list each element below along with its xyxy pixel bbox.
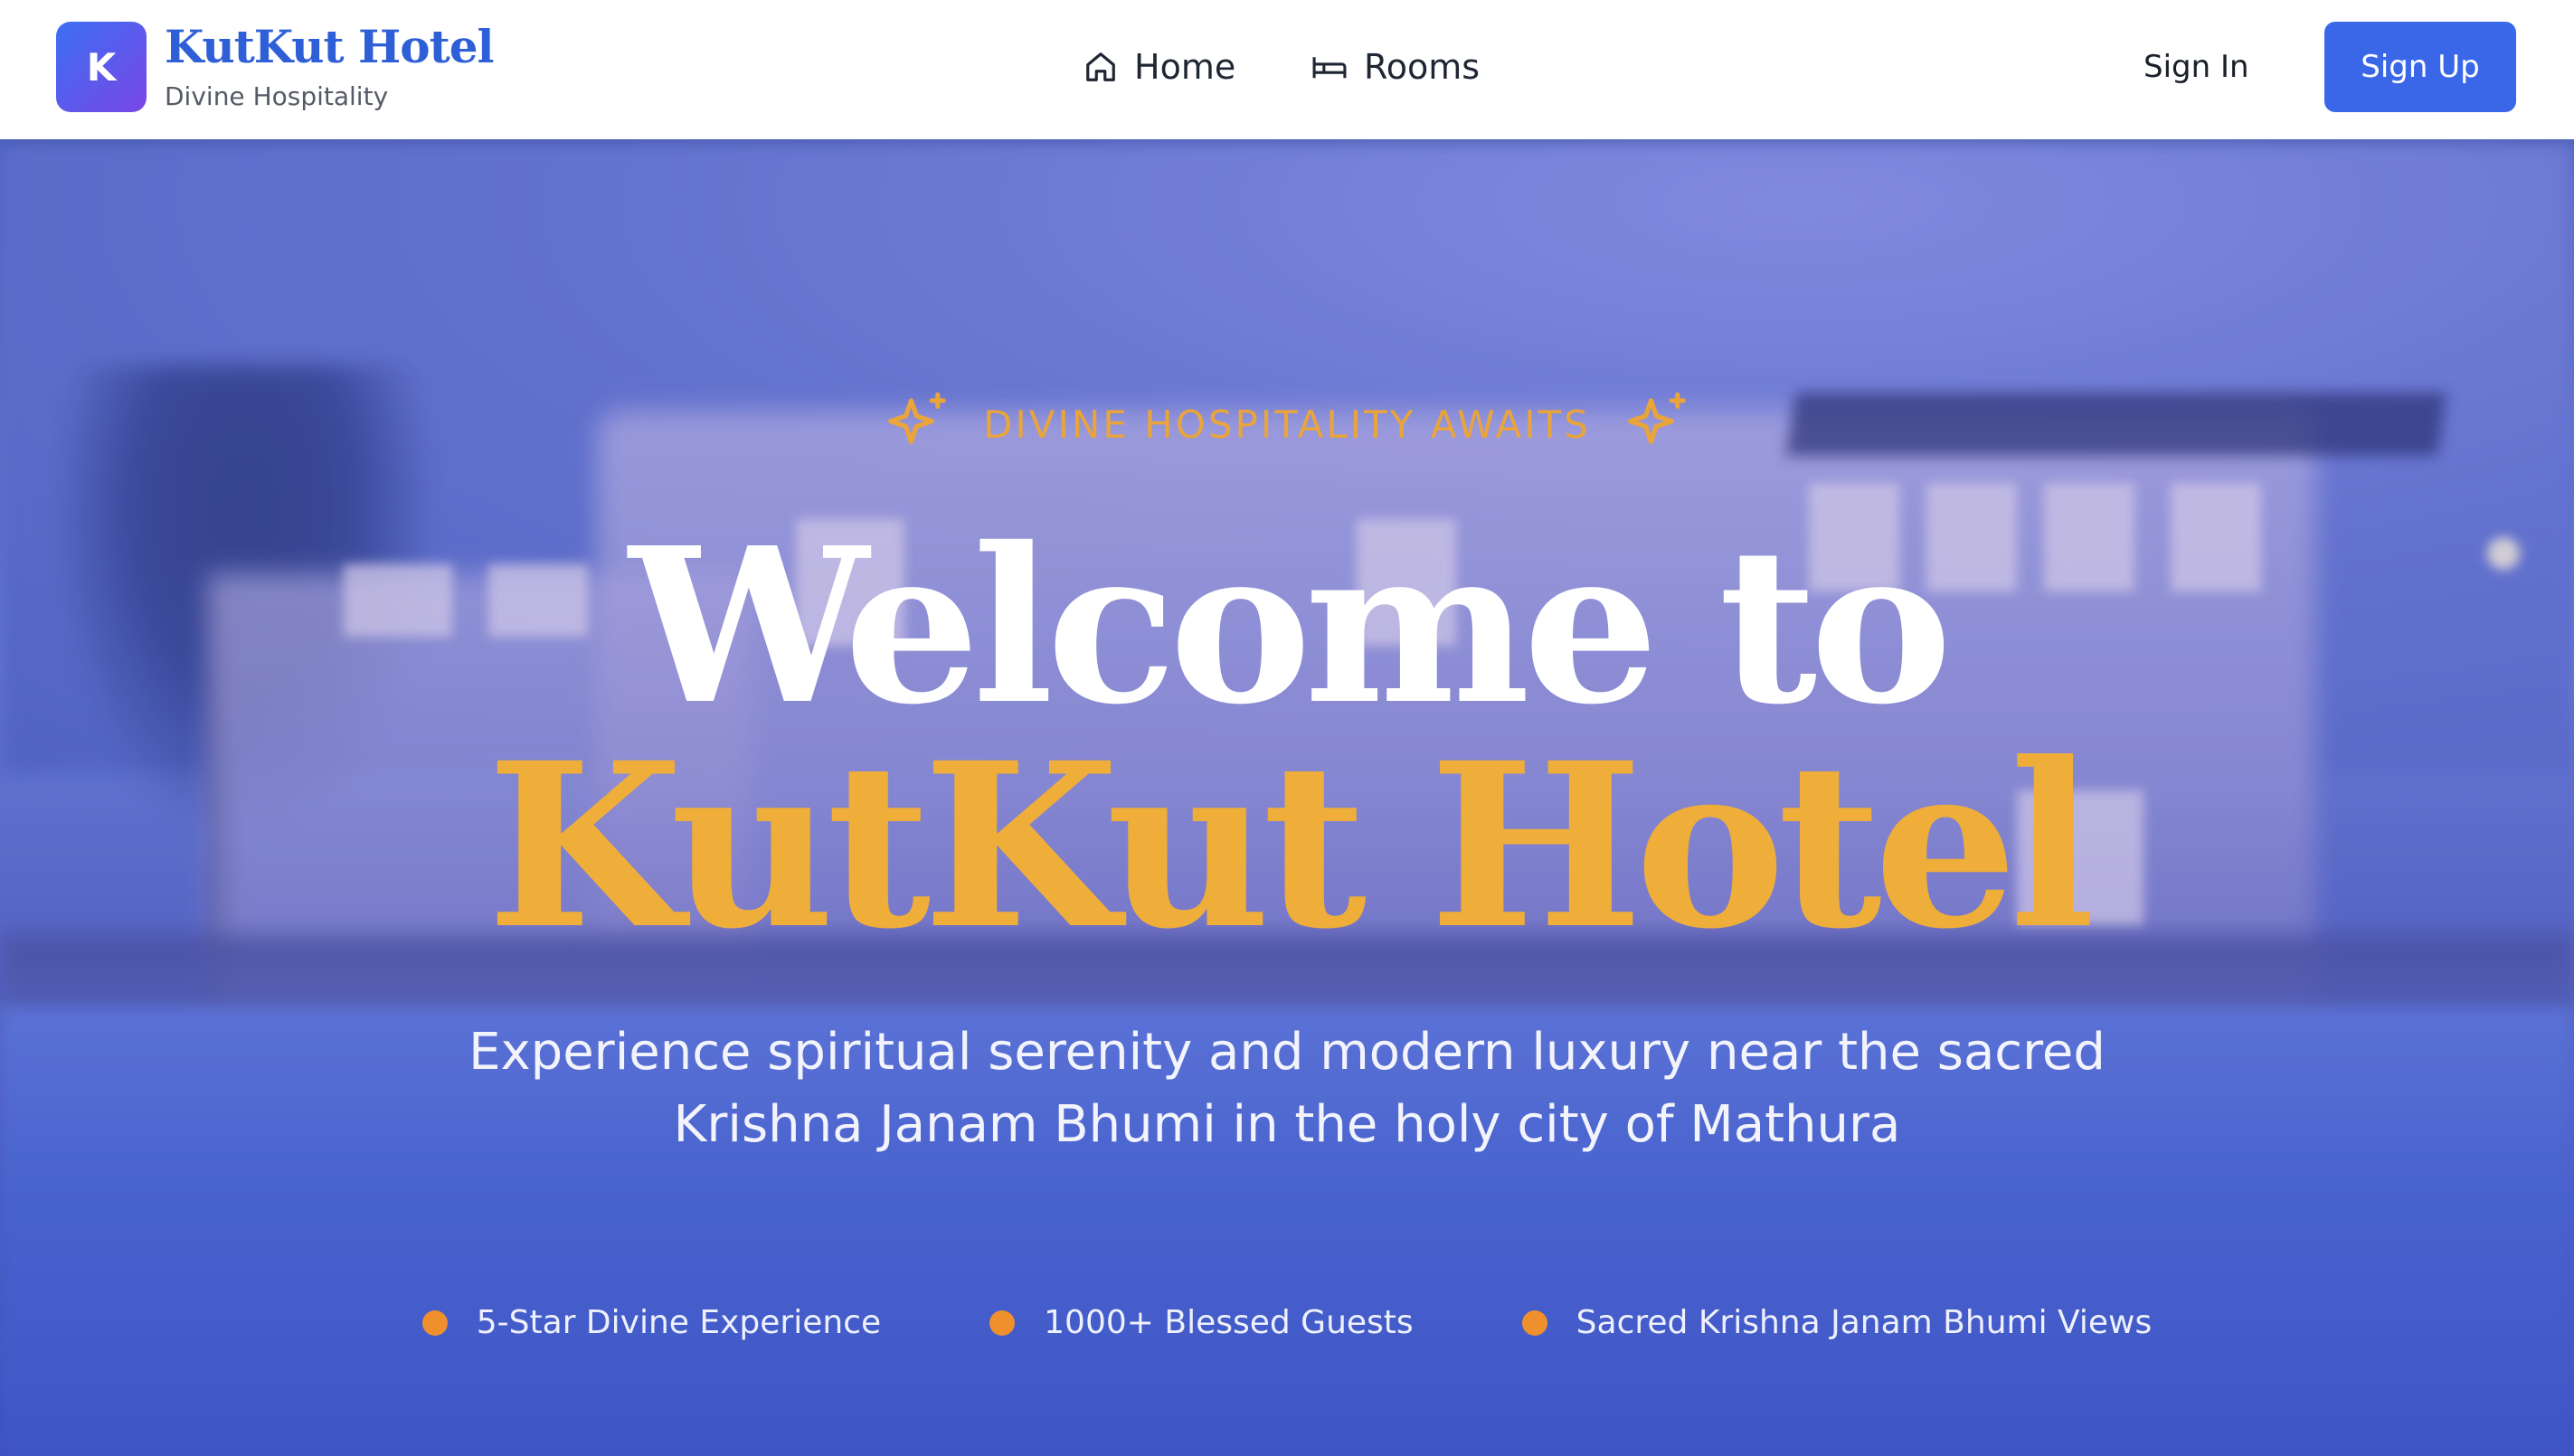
hero-features: 5-Star Divine Experience 1000+ Blessed G… [0,1304,2574,1341]
logo-badge[interactable]: K [56,22,147,112]
brand-tagline: Divine Hospitality [165,81,389,111]
bullet-dot-icon [989,1309,1016,1336]
bed-icon [1312,57,1347,79]
feature-text: 5-Star Divine Experience [476,1304,882,1341]
feature-text: 1000+ Blessed Guests [1044,1304,1414,1341]
sign-in-button[interactable]: Sign In [2143,40,2249,94]
hero-tagline-text: DIVINE HOSPITALITY AWAITS [983,402,1591,447]
site-header: K KutKut Hotel Divine Hospitality Home R… [0,0,2574,139]
bullet-dot-icon [1521,1309,1547,1336]
hero-section: DIVINE HOSPITALITY AWAITS Welcome to Kut… [0,139,2574,1456]
feature-item: Sacred Krishna Janam Bhumi Views [1521,1304,2153,1341]
nav-rooms-link[interactable]: Rooms [1311,40,1480,94]
sparkle-icon [888,392,946,445]
nav-rooms-label: Rooms [1364,47,1481,87]
sign-up-button[interactable]: Sign Up [2324,22,2516,112]
hero-title-welcome: Welcome to [629,500,1952,752]
hero-title-hotel-name: KutKut Hotel [487,713,2096,979]
hero-subtitle: Experience spiritual serenity and modern… [468,1023,2106,1154]
feature-item: 1000+ Blessed Guests [989,1304,1414,1341]
brand-name[interactable]: KutKut Hotel [165,20,495,73]
home-icon [1086,52,1115,81]
feature-item: 5-Star Divine Experience [421,1304,882,1341]
bullet-dot-icon [421,1309,448,1336]
feature-text: Sacred Krishna Janam Bhumi Views [1576,1304,2153,1341]
sparkle-icon [1628,392,1686,445]
nav-home-link[interactable]: Home [1084,40,1235,94]
nav-home-label: Home [1134,47,1236,87]
hero-tagline: DIVINE HOSPITALITY AWAITS [0,389,2574,459]
